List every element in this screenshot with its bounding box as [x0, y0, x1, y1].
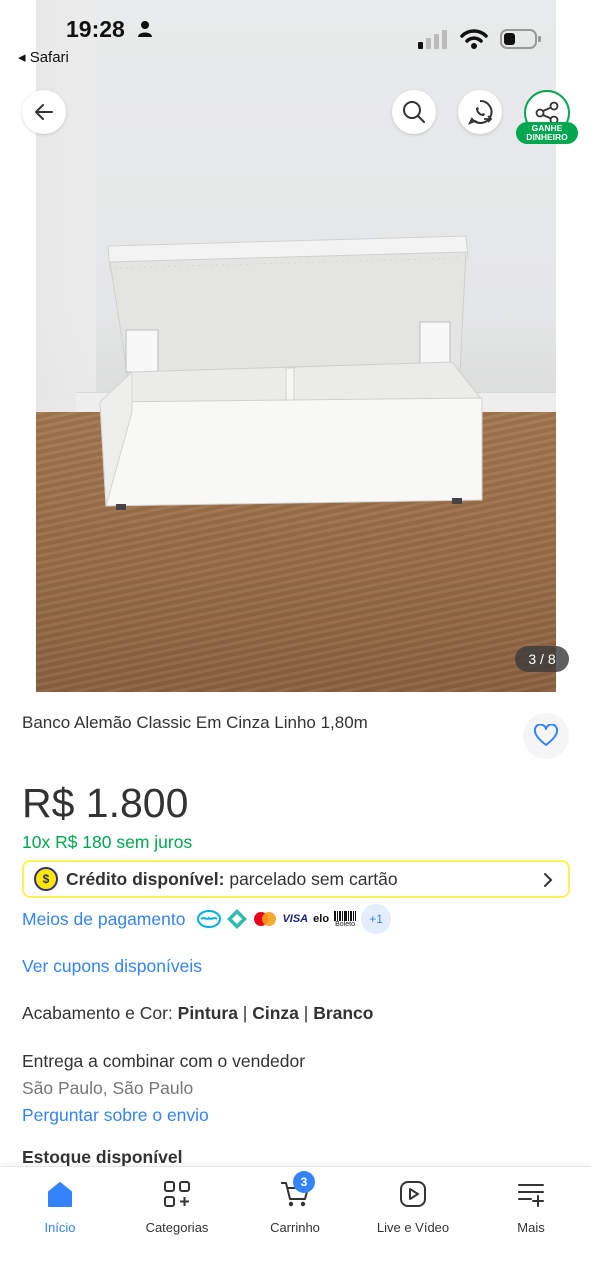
- chevron-right-icon: [544, 873, 553, 887]
- tab-live-video[interactable]: Live e Vídeo: [358, 1179, 468, 1235]
- back-to-safari[interactable]: ◂ Safari: [18, 48, 69, 66]
- heart-icon: [533, 724, 559, 746]
- stock-heading: Estoque disponível: [22, 1147, 183, 1167]
- boleto-icon: Boleto: [334, 910, 357, 928]
- whatsapp-share-button[interactable]: [458, 90, 502, 134]
- battery-icon: [500, 29, 541, 49]
- mastercard-icon: [254, 912, 277, 926]
- tab-categories[interactable]: Categorias: [122, 1179, 232, 1235]
- share-earn-button[interactable]: GANHE DINHEIRO: [516, 90, 578, 146]
- finish-color-info: Acabamento e Cor: Pintura | Cinza | Bran…: [22, 1003, 374, 1023]
- price: R$ 1.800: [22, 780, 189, 826]
- mercado-pago-icon: [197, 910, 222, 928]
- wifi-icon: [460, 29, 488, 49]
- status-icons: [418, 28, 542, 50]
- bottom-tab-bar: Início Categorias 3 Carrinho Live e Víde…: [0, 1166, 591, 1280]
- visa-icon: VISA: [282, 913, 309, 925]
- tab-cart[interactable]: 3 Carrinho: [240, 1171, 350, 1235]
- grid-plus-icon: [164, 1181, 190, 1207]
- signal-icon: [418, 30, 447, 49]
- credit-text: Crédito disponível: parcelado sem cartão: [66, 868, 398, 889]
- search-icon: [403, 101, 425, 123]
- play-icon: [400, 1181, 426, 1207]
- status-time: 19:28: [66, 16, 125, 42]
- person-icon: [138, 21, 152, 37]
- favorite-button[interactable]: [523, 713, 569, 759]
- menu-plus-icon: [518, 1184, 544, 1207]
- whatsapp-icon: [467, 99, 493, 125]
- arrow-left-icon: [35, 104, 53, 120]
- dollar-coin-icon: $: [34, 867, 58, 891]
- tab-home[interactable]: Início: [5, 1179, 115, 1235]
- credit-available-banner[interactable]: $ Crédito disponível: parcelado sem cart…: [22, 860, 570, 898]
- image-counter: 3 / 8: [515, 646, 569, 672]
- earn-money-badge: GANHE DINHEIRO: [516, 122, 578, 144]
- more-payment-methods[interactable]: +1: [361, 904, 392, 934]
- delivery-info: Entrega a combinar com o vendedor: [22, 1051, 306, 1071]
- elo-icon: elo: [313, 913, 330, 925]
- tab-more[interactable]: Mais: [476, 1179, 586, 1235]
- payment-methods-row: Meios de pagamento VISA elo Boleto +1: [22, 904, 392, 934]
- view-coupons-link[interactable]: Ver cupons disponíveis: [22, 956, 202, 977]
- back-button[interactable]: [22, 90, 66, 134]
- search-button[interactable]: [392, 90, 436, 134]
- seller-location: São Paulo, São Paulo: [22, 1078, 194, 1098]
- home-icon: [48, 1182, 72, 1207]
- product-gallery[interactable]: 19:28 ◂ Safari GANHE DINHEIRO 3 / 8: [0, 0, 591, 692]
- payment-methods-link[interactable]: Meios de pagamento: [22, 909, 185, 930]
- pix-icon: [227, 909, 248, 929]
- installments-info: 10x R$ 180 sem juros: [22, 832, 193, 852]
- ask-shipping-link[interactable]: Perguntar sobre o envio: [22, 1105, 209, 1126]
- cart-count-badge: 3: [293, 1171, 315, 1193]
- product-title: Banco Alemão Classic Em Cinza Linho 1,80…: [22, 713, 368, 732]
